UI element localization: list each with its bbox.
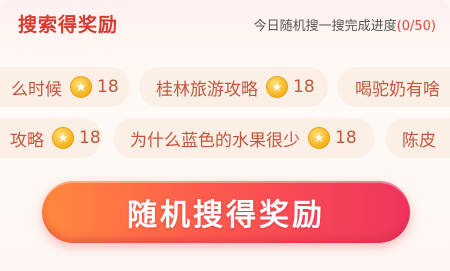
- progress-label: 今日随机搜一搜完成进度: [253, 19, 397, 34]
- keyword-chip[interactable]: 么时候 ★ 18: [0, 67, 130, 107]
- star-coin-icon: ★: [52, 127, 74, 149]
- reward-points: 18: [293, 77, 315, 97]
- keyword-label: 攻略: [10, 130, 44, 151]
- keyword-chip[interactable]: 桂林旅游攻略 ★ 18: [139, 67, 328, 107]
- star-coin-icon: ★: [308, 127, 330, 149]
- keyword-chip[interactable]: 攻略 ★ 18: [0, 118, 102, 158]
- keyword-label: 么时候: [11, 79, 62, 100]
- random-search-button[interactable]: 随机搜得奖励: [42, 181, 410, 243]
- reward-points: 18: [79, 128, 101, 148]
- keyword-label: 为什么蓝色的水果很少: [130, 130, 300, 151]
- reward-points: 18: [335, 128, 357, 148]
- search-reward-card: 搜索得奖励 今日随机搜一搜完成进度(0/50) 么时候 ★ 18 桂林旅游攻略 …: [0, 0, 450, 271]
- keyword-chip[interactable]: 陈皮: [385, 118, 450, 158]
- section-title: 搜索得奖励: [18, 14, 119, 36]
- keyword-chip[interactable]: 为什么蓝色的水果很少 ★ 18: [113, 118, 375, 158]
- keyword-row-1: 么时候 ★ 18 桂林旅游攻略 ★ 18 喝驼奶有啥: [0, 67, 450, 107]
- star-coin-icon: ★: [266, 76, 288, 98]
- daily-progress: 今日随机搜一搜完成进度(0/50): [254, 15, 436, 34]
- keyword-label: 喝驼奶有啥: [355, 79, 440, 100]
- star-coin-icon: ★: [70, 76, 92, 98]
- random-search-button-label: 随机搜得奖励: [127, 198, 325, 233]
- reward-points: 18: [97, 77, 119, 97]
- keyword-chip[interactable]: 喝驼奶有啥: [337, 67, 450, 107]
- progress-count: (0/50): [396, 19, 436, 34]
- keyword-label: 陈皮: [402, 130, 436, 151]
- keyword-row-2: 攻略 ★ 18 为什么蓝色的水果很少 ★ 18 陈皮: [0, 118, 450, 158]
- keyword-label: 桂林旅游攻略: [156, 79, 258, 100]
